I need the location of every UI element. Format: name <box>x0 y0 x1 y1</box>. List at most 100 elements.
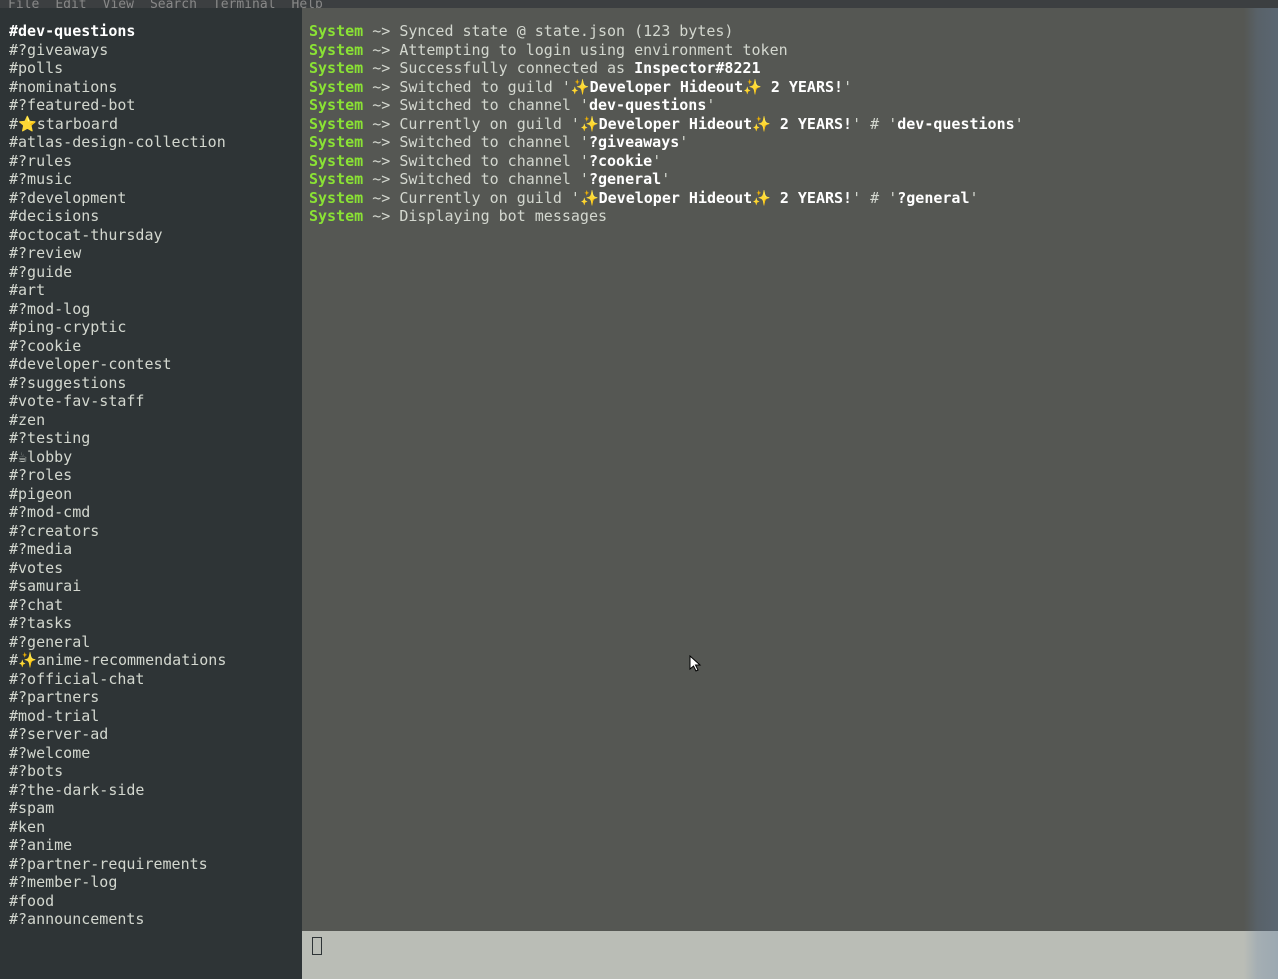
channel-item[interactable]: #?giveaways <box>9 41 302 60</box>
channel-item[interactable]: #samurai <box>9 577 302 596</box>
channel-item[interactable]: #?member-log <box>9 873 302 892</box>
channel-item[interactable]: #?partners <box>9 688 302 707</box>
channel-item[interactable]: #?music <box>9 170 302 189</box>
channel-item[interactable]: #polls <box>9 59 302 78</box>
channel-item[interactable]: #?featured-bot <box>9 96 302 115</box>
channel-item[interactable]: #?anime <box>9 836 302 855</box>
channel-item[interactable]: #votes <box>9 559 302 578</box>
log-line: System ~> Displaying bot messages <box>309 207 1278 226</box>
log-text: Switched to guild ' <box>399 78 571 96</box>
log-line: System ~> Attempting to login using envi… <box>309 41 1278 60</box>
channel-item[interactable]: #nominations <box>9 78 302 97</box>
channel-item[interactable]: #zen <box>9 411 302 430</box>
log-text: ?general <box>589 170 661 188</box>
input-cursor <box>312 937 322 955</box>
log-text: dev-questions <box>897 115 1014 133</box>
log-text: ?cookie <box>589 152 652 170</box>
channel-item[interactable]: #dev-questions <box>9 22 302 41</box>
channel-item[interactable]: #?chat <box>9 596 302 615</box>
channel-item[interactable]: #?mod-cmd <box>9 503 302 522</box>
log-source: System <box>309 207 363 225</box>
log-text: ~> <box>363 133 399 151</box>
channel-item[interactable]: #?development <box>9 189 302 208</box>
log-text: ' # ' <box>852 115 897 133</box>
log-text: Currently on guild ' <box>399 189 580 207</box>
channel-item[interactable]: #?official-chat <box>9 670 302 689</box>
channel-item[interactable]: #?welcome <box>9 744 302 763</box>
channel-item[interactable]: #spam <box>9 799 302 818</box>
menu-item[interactable]: Terminal <box>213 0 276 8</box>
channel-item[interactable]: #ken <box>9 818 302 837</box>
channel-item[interactable]: #?review <box>9 244 302 263</box>
log-text: Inspector#8221 <box>634 59 760 77</box>
log-text: dev-questions <box>589 96 706 114</box>
command-input[interactable] <box>302 931 1278 979</box>
main-area: System ~> Synced state @ state.json (123… <box>302 8 1278 979</box>
log-text: ' <box>706 96 715 114</box>
channel-item[interactable]: #developer-contest <box>9 355 302 374</box>
channel-item[interactable]: #?cookie <box>9 337 302 356</box>
log-text: ' <box>843 78 852 96</box>
log-output: System ~> Synced state @ state.json (123… <box>302 8 1278 931</box>
log-line: System ~> Switched to channel '?giveaway… <box>309 133 1278 152</box>
menu-item[interactable]: Edit <box>55 0 86 8</box>
channel-item[interactable]: #vote-fav-staff <box>9 392 302 411</box>
menu-item[interactable]: Help <box>292 0 323 8</box>
log-line: System ~> Successfully connected as Insp… <box>309 59 1278 78</box>
log-text: Switched to channel ' <box>399 170 589 188</box>
log-text: ~> <box>363 59 399 77</box>
log-text: ?general <box>897 189 969 207</box>
log-text: ~> <box>363 152 399 170</box>
channel-item[interactable]: #?creators <box>9 522 302 541</box>
log-source: System <box>309 133 363 151</box>
log-text: ~> <box>363 115 399 133</box>
channel-item[interactable]: #art <box>9 281 302 300</box>
channel-item[interactable]: #?the-dark-side <box>9 781 302 800</box>
log-line: System ~> Switched to channel '?general' <box>309 170 1278 189</box>
channel-item[interactable]: #?announcements <box>9 910 302 929</box>
channel-item[interactable]: #?mod-log <box>9 300 302 319</box>
channel-item[interactable]: #?server-ad <box>9 725 302 744</box>
log-line: System ~> Switched to channel '?cookie' <box>309 152 1278 171</box>
channel-item[interactable]: #?partner-requirements <box>9 855 302 874</box>
channel-item[interactable]: #?roles <box>9 466 302 485</box>
log-source: System <box>309 78 363 96</box>
channel-item[interactable]: #pigeon <box>9 485 302 504</box>
channel-item[interactable]: #⭐starboard <box>9 115 302 134</box>
channel-item[interactable]: #?suggestions <box>9 374 302 393</box>
channel-item[interactable]: #atlas-design-collection <box>9 133 302 152</box>
log-line: System ~> Synced state @ state.json (123… <box>309 22 1278 41</box>
channel-item[interactable]: #octocat-thursday <box>9 226 302 245</box>
channel-item[interactable]: #ping-cryptic <box>9 318 302 337</box>
log-text: ~> <box>363 96 399 114</box>
menu-item[interactable]: File <box>8 0 39 8</box>
channel-item[interactable]: #☕lobby <box>9 448 302 467</box>
channel-item[interactable]: #?rules <box>9 152 302 171</box>
channel-item[interactable]: #?testing <box>9 429 302 448</box>
log-text: ~> <box>363 22 399 40</box>
log-text: ~> <box>363 189 399 207</box>
menubar: File Edit View Search Terminal Help <box>0 0 1278 8</box>
channel-item[interactable]: #?general <box>9 633 302 652</box>
channel-item[interactable]: #?guide <box>9 263 302 282</box>
log-text: ~> <box>363 41 399 59</box>
channel-item[interactable]: #?media <box>9 540 302 559</box>
log-line: System ~> Switched to channel 'dev-quest… <box>309 96 1278 115</box>
channel-item[interactable]: #?bots <box>9 762 302 781</box>
channel-sidebar: #dev-questions#?giveaways#polls#nominati… <box>0 8 302 979</box>
menu-item[interactable]: Search <box>150 0 197 8</box>
menu-item[interactable]: View <box>103 0 134 8</box>
log-text: Attempting to login using environment to… <box>399 41 787 59</box>
log-text: Switched to channel ' <box>399 96 589 114</box>
channel-item[interactable]: #mod-trial <box>9 707 302 726</box>
channel-item[interactable]: #decisions <box>9 207 302 226</box>
log-text: ' <box>652 152 661 170</box>
log-line: System ~> Switched to guild '✨Developer … <box>309 78 1278 97</box>
channel-item[interactable]: #?tasks <box>9 614 302 633</box>
channel-item[interactable]: #✨anime-recommendations <box>9 651 302 670</box>
workspace: #dev-questions#?giveaways#polls#nominati… <box>0 8 1278 979</box>
log-text: Displaying bot messages <box>399 207 607 225</box>
channel-item[interactable]: #food <box>9 892 302 911</box>
log-text: ✨Developer Hideout✨ 2 YEARS! <box>571 78 843 96</box>
log-text: Successfully connected as <box>399 59 634 77</box>
